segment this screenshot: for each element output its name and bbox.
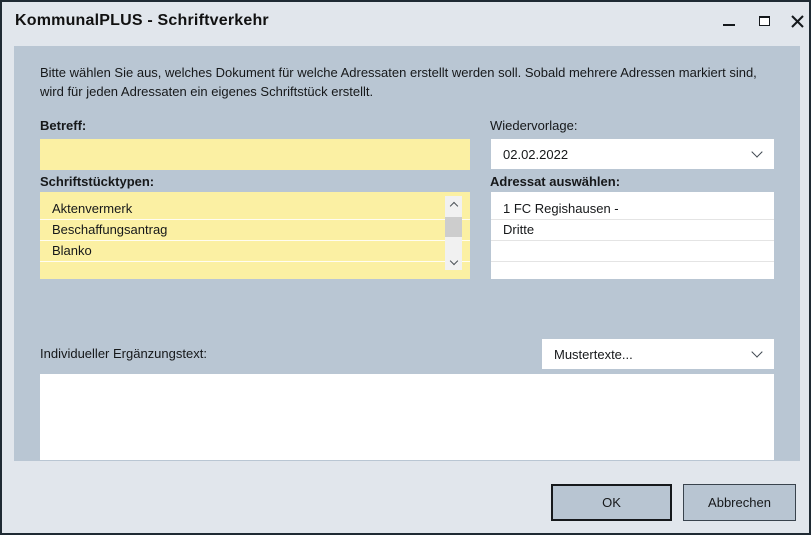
list-item[interactable]: Blanko	[40, 241, 470, 262]
adressat-label: Adressat auswählen:	[490, 174, 620, 189]
schriftstuecktypen-label: Schriftstücktypen:	[40, 174, 154, 189]
chevron-down-icon	[751, 146, 762, 157]
chevron-down-icon	[449, 256, 457, 264]
ok-button[interactable]: OK	[551, 484, 672, 521]
list-item[interactable]: 1 FC Regishausen -	[491, 199, 774, 220]
list-item[interactable]: Beschaffungsantrag	[40, 220, 470, 241]
maximize-icon	[759, 16, 770, 26]
scrollbar[interactable]	[445, 196, 462, 270]
wiedervorlage-dropdown[interactable]: 02.02.2022	[491, 139, 774, 169]
close-button[interactable]	[784, 8, 810, 34]
chevron-up-icon	[449, 201, 457, 209]
cancel-button[interactable]: Abbrechen	[683, 484, 796, 521]
window-title: KommunalPLUS - Schriftverkehr	[15, 12, 269, 30]
mustertexte-value: Mustertexte...	[554, 347, 633, 362]
list-item[interactable]: Aktenvermerk	[40, 199, 470, 220]
schriftstuecktypen-list: Aktenvermerk Beschaffungsantrag Blanko	[40, 192, 470, 279]
scroll-up-button[interactable]	[445, 196, 462, 211]
list-item[interactable]: Dritte	[491, 220, 774, 241]
wiedervorlage-label: Wiedervorlage:	[490, 118, 577, 133]
chevron-down-icon	[751, 346, 762, 357]
betreff-input[interactable]	[40, 139, 470, 170]
adressat-list: 1 FC Regishausen - Dritte	[491, 192, 774, 279]
betreff-label: Betreff:	[40, 118, 86, 133]
wiedervorlage-value: 02.02.2022	[503, 147, 568, 162]
title-bar: KommunalPLUS - Schriftverkehr	[2, 2, 809, 44]
minimize-icon	[723, 24, 735, 26]
mustertexte-dropdown[interactable]: Mustertexte...	[542, 339, 774, 369]
dialog-window: KommunalPLUS - Schriftverkehr Bitte wähl…	[0, 0, 811, 535]
ergaenzungstext-label: Individueller Ergänzungstext:	[40, 346, 207, 361]
list-item[interactable]	[491, 241, 774, 262]
ergaenzungstext-textarea[interactable]	[40, 374, 774, 460]
scroll-down-button[interactable]	[445, 255, 462, 270]
intro-text: Bitte wählen Sie aus, welches Dokument f…	[40, 63, 778, 101]
maximize-button[interactable]	[751, 8, 777, 34]
close-icon	[791, 15, 804, 28]
minimize-button[interactable]	[716, 8, 742, 34]
scrollbar-thumb[interactable]	[445, 217, 462, 237]
